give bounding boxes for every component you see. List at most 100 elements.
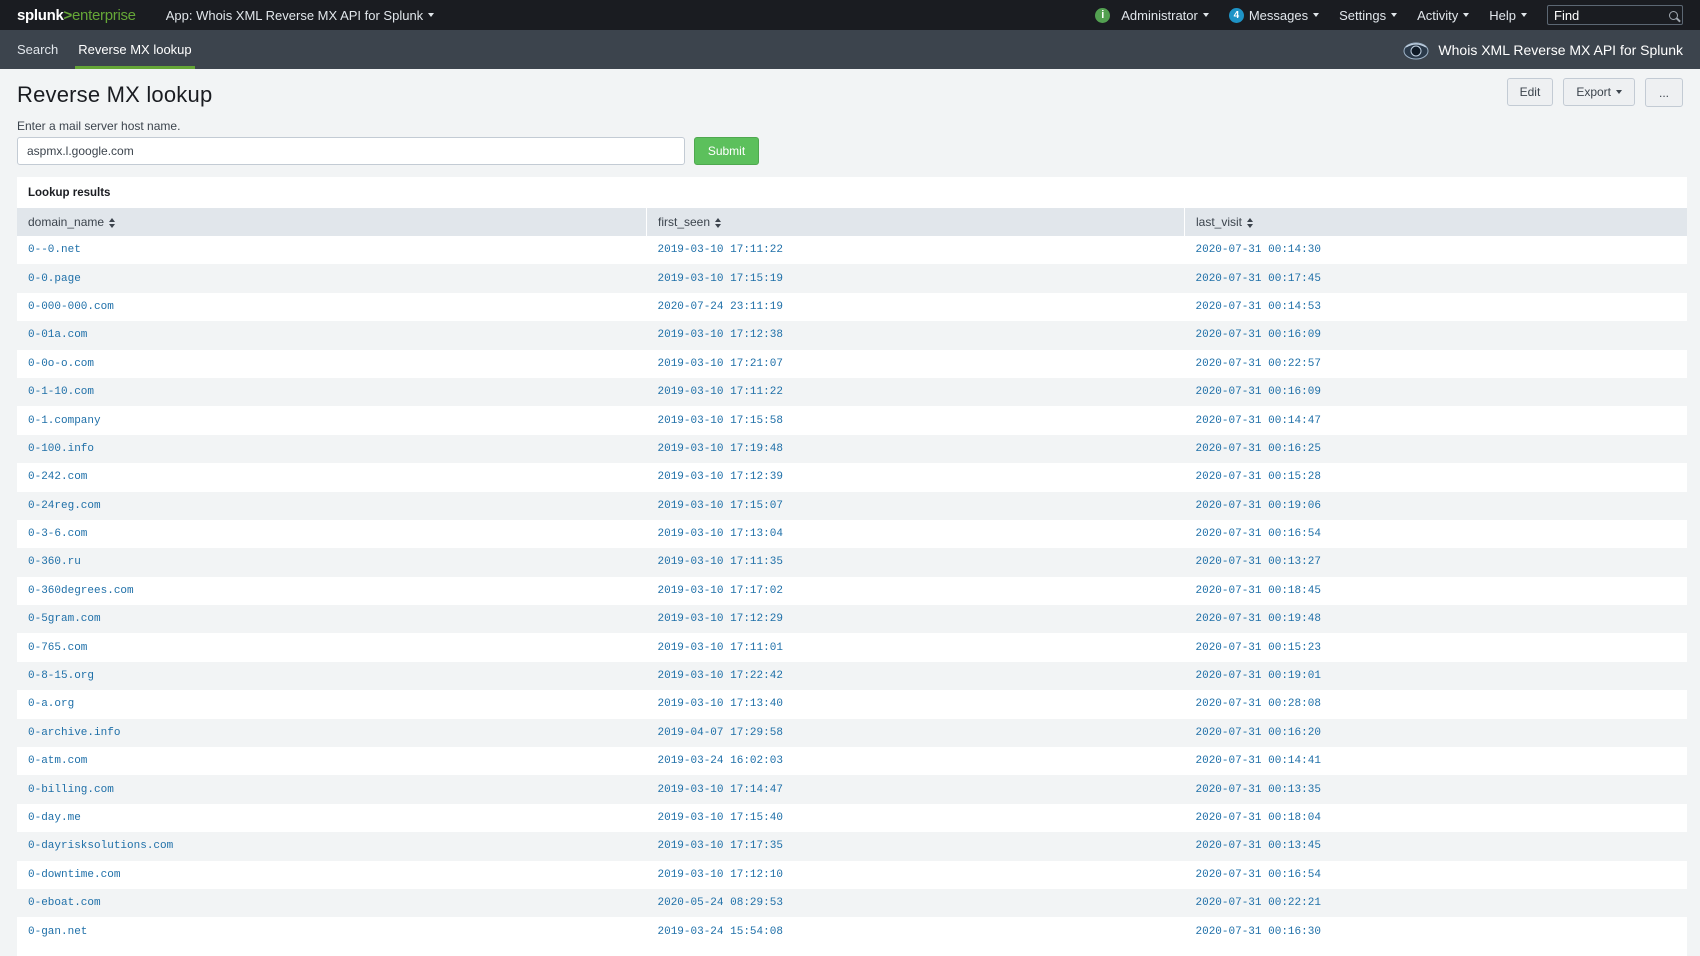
table-row[interactable]: 0-3-6.com 2019-03-10 17:13:04 2020-07-31 0… bbox=[17, 519, 1687, 549]
cell-last-visit[interactable]: 2020-07-31 00:14:53 bbox=[1184, 292, 1687, 322]
cell-last-visit[interactable]: 2020-07-31 00:16:09 bbox=[1184, 321, 1687, 350]
cell-last-visit[interactable]: 2020-07-31 00:16:54 bbox=[1184, 519, 1687, 549]
cell-first-seen[interactable]: 2019-03-10 17:11:22 bbox=[646, 236, 1185, 265]
cell-first-seen[interactable]: 2019-03-10 17:15:40 bbox=[646, 803, 1185, 833]
cell-domain-name[interactable]: 0-01a.com bbox=[17, 321, 647, 350]
cell-first-seen[interactable]: 2019-03-24 15:54:08 bbox=[646, 917, 1185, 946]
cell-first-seen[interactable]: 2019-03-10 17:13:40 bbox=[646, 690, 1185, 719]
cell-domain-name[interactable]: 0-100.info bbox=[17, 434, 647, 464]
cell-first-seen[interactable]: 2019-03-10 17:17:35 bbox=[646, 832, 1185, 861]
cell-domain-name[interactable]: 0-5gram.com bbox=[17, 605, 647, 634]
cell-first-seen[interactable]: 2019-04-07 17:29:58 bbox=[646, 718, 1185, 748]
cell-domain-name[interactable]: 0-360degrees.com bbox=[17, 576, 647, 606]
cell-last-visit[interactable]: 2020-07-31 00:14:47 bbox=[1184, 406, 1687, 435]
cell-last-visit[interactable]: 2020-07-31 00:19:01 bbox=[1184, 661, 1687, 691]
messages-menu[interactable]: 4 Messages bbox=[1228, 7, 1320, 23]
activity-menu[interactable]: Activity bbox=[1417, 8, 1470, 23]
cell-domain-name[interactable]: 0-1.company bbox=[17, 406, 647, 435]
user-menu[interactable]: i Administrator bbox=[1095, 7, 1209, 23]
settings-menu[interactable]: Settings bbox=[1339, 8, 1398, 23]
table-row[interactable]: 0-8-15.org 2019-03-10 17:22:42 2020-07-31 … bbox=[17, 661, 1687, 691]
table-row[interactable]: 0-5gram.com 2019-03-10 17:12:29 2020-07-31… bbox=[17, 605, 1687, 634]
table-row[interactable]: 0-day.me 2019-03-10 17:15:40 2020-07-31 00… bbox=[17, 803, 1687, 833]
search-icon[interactable] bbox=[1669, 10, 1678, 20]
cell-domain-name[interactable]: 0-gan.net bbox=[17, 917, 647, 946]
cell-last-visit[interactable]: 2020-07-31 00:22:21 bbox=[1184, 888, 1687, 918]
cell-last-visit[interactable]: 2020-07-31 00:19:06 bbox=[1184, 491, 1687, 520]
cell-first-seen[interactable]: 2019-03-10 17:21:07 bbox=[646, 349, 1185, 378]
cell-first-seen[interactable]: 2019-03-10 17:12:38 bbox=[646, 321, 1185, 350]
cell-last-visit[interactable]: 2020-07-31 00:15:23 bbox=[1184, 633, 1687, 662]
cell-domain-name[interactable]: 0-3-6.com bbox=[17, 519, 647, 549]
cell-first-seen[interactable]: 2019-03-10 17:14:47 bbox=[646, 775, 1185, 804]
find-input[interactable] bbox=[1554, 7, 1669, 23]
cell-last-visit[interactable]: 2020-07-31 00:18:45 bbox=[1184, 576, 1687, 606]
cell-first-seen[interactable]: 2019-03-10 17:22:42 bbox=[646, 661, 1185, 691]
splunk-logo[interactable]: splunk > enterprise bbox=[17, 7, 136, 24]
cell-last-visit[interactable]: 2020-07-31 00:14:30 bbox=[1184, 236, 1687, 265]
cell-domain-name[interactable]: 0-1-10.com bbox=[17, 377, 647, 407]
cell-first-seen[interactable]: 2019-03-10 17:19:48 bbox=[646, 434, 1185, 464]
table-row[interactable]: 0-atm.com 2019-03-24 16:02:03 2020-07-31 0… bbox=[17, 747, 1687, 776]
table-row[interactable]: 0-360.ru 2019-03-10 17:11:35 2020-07-31 00… bbox=[17, 548, 1687, 577]
cell-domain-name[interactable]: 0-24reg.com bbox=[17, 491, 647, 520]
cell-domain-name[interactable]: 0-downtime.com bbox=[17, 860, 647, 889]
table-row[interactable]: 0-0.page 2019-03-10 17:15:19 2020-07-31 00… bbox=[17, 264, 1687, 293]
cell-domain-name[interactable]: 0-242.com bbox=[17, 463, 647, 492]
table-row[interactable]: 0-01a.com 2019-03-10 17:12:38 2020-07-31 0… bbox=[17, 321, 1687, 350]
edit-button[interactable]: Edit bbox=[1506, 78, 1554, 106]
cell-first-seen[interactable]: 2019-03-10 17:11:01 bbox=[646, 633, 1185, 662]
column-header-domain-name[interactable]: domain_name bbox=[17, 208, 647, 236]
cell-first-seen[interactable]: 2019-03-10 17:12:39 bbox=[646, 463, 1185, 492]
cell-domain-name[interactable]: 0-atm.com bbox=[17, 747, 647, 776]
cell-domain-name[interactable]: 0-0.page bbox=[17, 264, 647, 293]
submit-button[interactable]: Submit bbox=[694, 137, 759, 165]
table-row[interactable]: 0-archive.info 2019-04-07 17:29:58 2020-07… bbox=[17, 718, 1687, 748]
cell-last-visit[interactable]: 2020-07-31 00:18:04 bbox=[1184, 803, 1687, 833]
cell-first-seen[interactable]: 2019-03-10 17:11:22 bbox=[646, 377, 1185, 407]
cell-first-seen[interactable]: 2019-03-10 17:12:29 bbox=[646, 605, 1185, 634]
cell-last-visit[interactable]: 2020-07-31 00:13:35 bbox=[1184, 775, 1687, 804]
cell-domain-name[interactable]: 0-765.com bbox=[17, 633, 647, 662]
cell-last-visit[interactable]: 2020-07-31 00:19:48 bbox=[1184, 605, 1687, 634]
cell-first-seen[interactable]: 2019-03-10 17:11:35 bbox=[646, 548, 1185, 577]
export-button[interactable]: Export bbox=[1563, 78, 1635, 106]
column-header-first-seen[interactable]: first_seen bbox=[646, 208, 1185, 236]
nav-tab-reverse-mx-lookup[interactable]: Reverse MX lookup bbox=[68, 30, 201, 69]
cell-domain-name[interactable]: 0-0o-o.com bbox=[17, 349, 647, 378]
cell-last-visit[interactable]: 2020-07-31 00:16:54 bbox=[1184, 860, 1687, 889]
cell-domain-name[interactable]: 0-000-000.com bbox=[17, 292, 647, 322]
table-row[interactable]: 0-1-10.com 2019-03-10 17:11:22 2020-07-31 … bbox=[17, 377, 1687, 407]
table-row[interactable]: 0--0.net 2019-03-10 17:11:22 2020-07-31 00… bbox=[17, 236, 1687, 265]
column-header-last-visit[interactable]: last_visit bbox=[1184, 208, 1687, 236]
cell-first-seen[interactable]: 2019-03-10 17:15:58 bbox=[646, 406, 1185, 435]
table-row[interactable]: 0-000-000.com 2020-07-24 23:11:19 2020-07-… bbox=[17, 292, 1687, 322]
table-row[interactable]: 0-360degrees.com 2019-03-10 17:17:02 2020-… bbox=[17, 576, 1687, 606]
table-row[interactable]: 0-24reg.com 2019-03-10 17:15:07 2020-07-31… bbox=[17, 491, 1687, 520]
cell-last-visit[interactable]: 2020-07-31 00:16:30 bbox=[1184, 917, 1687, 946]
table-row[interactable]: 0-242.com 2019-03-10 17:12:39 2020-07-31 0… bbox=[17, 463, 1687, 492]
cell-last-visit[interactable]: 2020-07-31 00:28:08 bbox=[1184, 690, 1687, 719]
cell-last-visit[interactable]: 2020-07-31 00:14:41 bbox=[1184, 747, 1687, 776]
cell-first-seen[interactable]: 2019-03-10 17:15:07 bbox=[646, 491, 1185, 520]
more-actions-button[interactable]: ... bbox=[1645, 78, 1683, 107]
cell-domain-name[interactable]: 0-eboat.com bbox=[17, 888, 647, 918]
cell-first-seen[interactable]: 2019-03-10 17:17:02 bbox=[646, 576, 1185, 606]
cell-last-visit[interactable]: 2020-07-31 00:17:45 bbox=[1184, 264, 1687, 293]
help-menu[interactable]: Help bbox=[1489, 8, 1527, 23]
table-row[interactable]: 0-eboat.com 2020-05-24 08:29:53 2020-07-31… bbox=[17, 888, 1687, 918]
nav-tab-search[interactable]: Search bbox=[7, 30, 68, 69]
cell-last-visit[interactable]: 2020-07-31 00:15:28 bbox=[1184, 463, 1687, 492]
cell-last-visit[interactable]: 2020-07-31 00:13:27 bbox=[1184, 548, 1687, 577]
cell-first-seen[interactable]: 2020-07-24 23:11:19 bbox=[646, 292, 1185, 322]
cell-domain-name[interactable]: 0-a.org bbox=[17, 690, 647, 719]
table-row[interactable]: 0-downtime.com 2019-03-10 17:12:10 2020-07… bbox=[17, 860, 1687, 889]
cell-domain-name[interactable]: 0-day.me bbox=[17, 803, 647, 833]
cell-first-seen[interactable]: 2019-03-10 17:12:10 bbox=[646, 860, 1185, 889]
table-row[interactable]: 0-1.company 2019-03-10 17:15:58 2020-07-31… bbox=[17, 406, 1687, 435]
cell-domain-name[interactable]: 0-360.ru bbox=[17, 548, 647, 577]
table-row[interactable]: 0-a.org 2019-03-10 17:13:40 2020-07-31 00:… bbox=[17, 690, 1687, 719]
cell-last-visit[interactable]: 2020-07-31 00:16:09 bbox=[1184, 377, 1687, 407]
info-status-icon[interactable]: i bbox=[1095, 7, 1111, 23]
cell-domain-name[interactable]: 0--0.net bbox=[17, 236, 647, 265]
